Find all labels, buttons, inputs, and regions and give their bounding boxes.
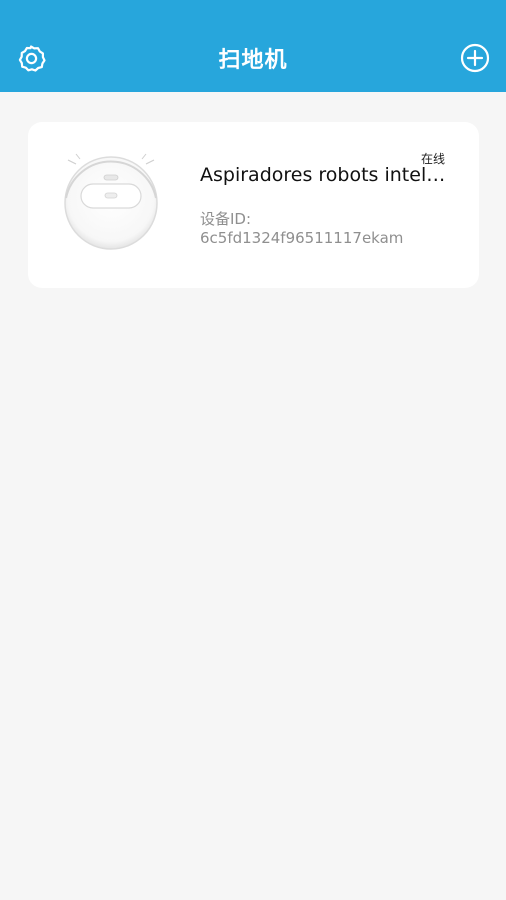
device-card[interactable]: 在线 Aspiradores robots inteli... 设备ID: 6c… bbox=[28, 122, 479, 288]
page-title: 扫地机 bbox=[218, 48, 288, 73]
device-name: Aspiradores robots inteli... bbox=[200, 164, 446, 186]
device-id-label: 设备ID: bbox=[200, 210, 252, 228]
robot-vacuum-image bbox=[64, 153, 158, 250]
add-device-button[interactable] bbox=[459, 42, 491, 74]
device-id-value: 6c5fd1324f96511117ekam bbox=[200, 229, 404, 247]
app-header: 扫地机 bbox=[0, 0, 506, 92]
plus-circle-icon bbox=[460, 43, 490, 73]
